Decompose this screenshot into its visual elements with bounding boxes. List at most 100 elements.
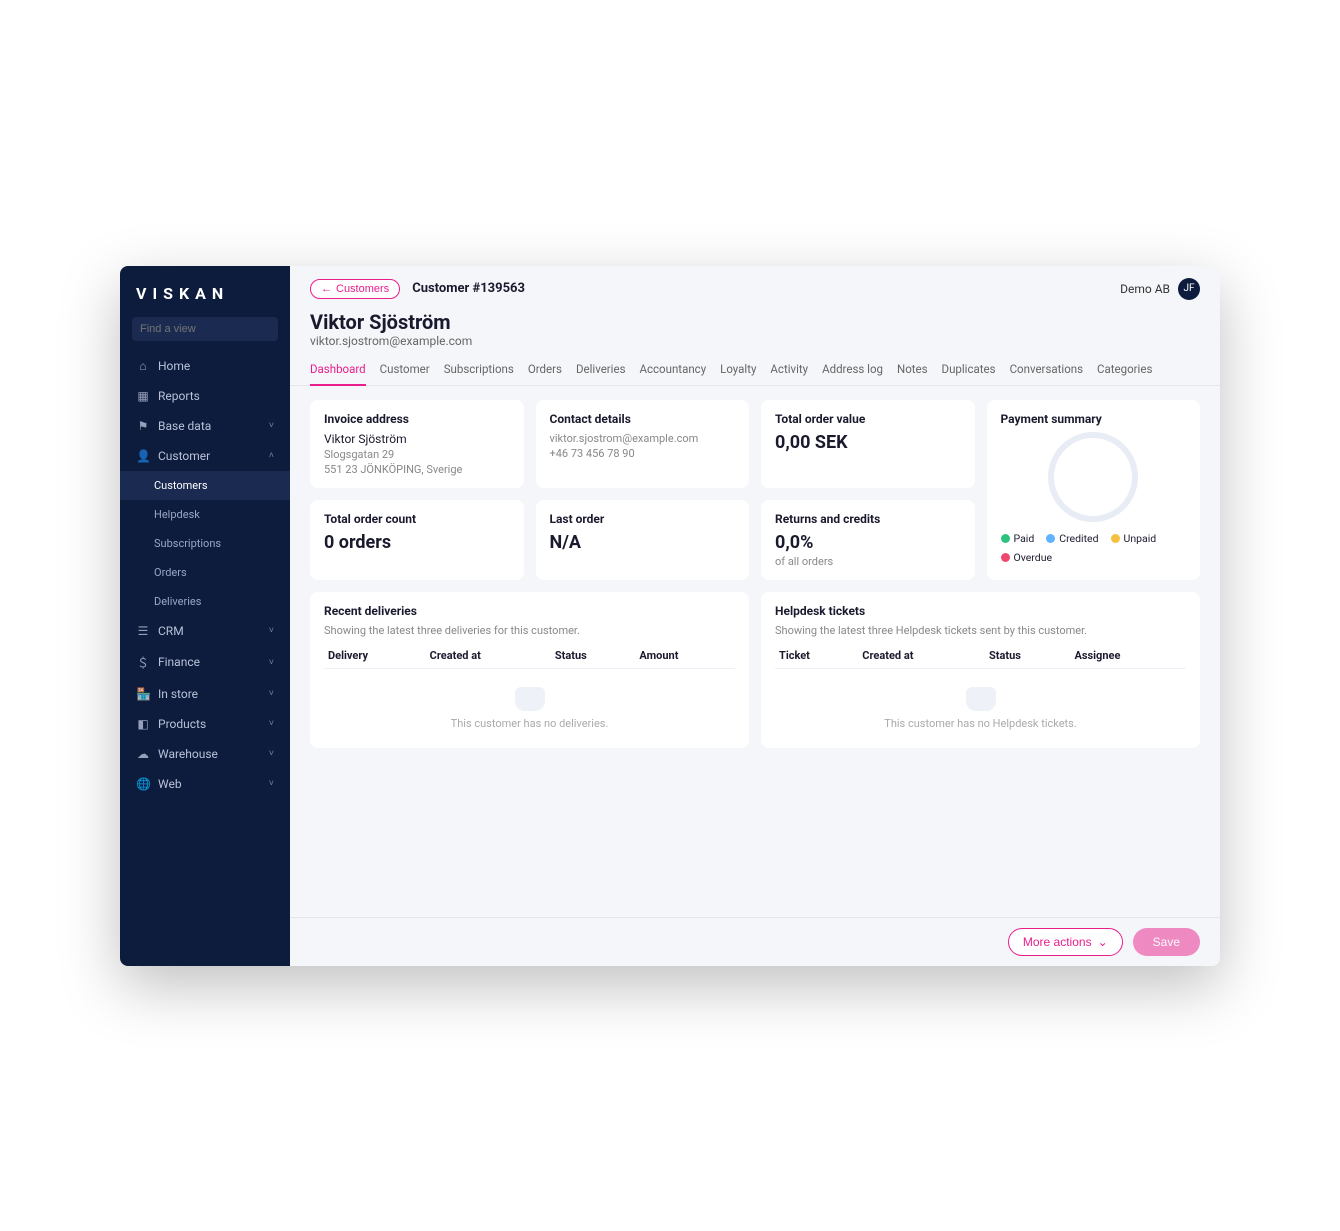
sidebar-item-customers[interactable]: Customers	[120, 471, 290, 500]
back-label: Customers	[336, 283, 389, 295]
topbar: ← Customers Customer #139563 Demo AB JF	[290, 266, 1220, 304]
more-actions-button[interactable]: More actions ⌄	[1008, 928, 1123, 956]
legend-dot-icon	[1046, 534, 1055, 543]
save-button[interactable]: Save	[1133, 928, 1200, 956]
nav-icon: 🏪	[136, 687, 150, 701]
nav-icon: ☁	[136, 747, 150, 761]
card-invoice-address: Invoice address Viktor Sjöström Slogsgat…	[310, 400, 524, 488]
card-title: Recent deliveries	[324, 604, 735, 618]
tab-activity[interactable]: Activity	[770, 358, 808, 385]
tab-deliveries[interactable]: Deliveries	[576, 358, 626, 385]
card-total-order-count: Total order count 0 orders	[310, 500, 524, 580]
contact-email: viktor.sjostrom@example.com	[550, 432, 736, 445]
nav-label: In store	[158, 687, 198, 701]
tab-address-log[interactable]: Address log	[822, 358, 883, 385]
empty-text: This customer has no Helpdesk tickets.	[884, 717, 1076, 730]
sidebar-item-warehouse[interactable]: ☁ Warehouse ˅	[120, 739, 290, 769]
card-title: Invoice address	[324, 412, 510, 426]
nav-icon: ⌂	[136, 359, 150, 373]
empty-icon	[966, 687, 996, 711]
tab-subscriptions[interactable]: Subscriptions	[444, 358, 514, 385]
empty-text: This customer has no deliveries.	[451, 717, 609, 730]
nav-label: Products	[158, 717, 206, 731]
sidebar-item-customer[interactable]: 👤Customer˄	[120, 441, 290, 471]
nav-label: Web	[158, 777, 182, 791]
chevron-down-icon: ˄	[269, 450, 274, 461]
sidebar-item-in-store[interactable]: 🏪In store˅	[120, 679, 290, 709]
tab-customer[interactable]: Customer	[380, 358, 430, 385]
sidebar-item-orders[interactable]: Orders	[120, 558, 290, 587]
tab-notes[interactable]: Notes	[897, 358, 928, 385]
legend-item: Unpaid	[1111, 532, 1157, 545]
nav-label: Base data	[158, 419, 211, 433]
nav-icon: ◧	[136, 717, 150, 731]
sidebar-item-products[interactable]: ◧ Products ˅	[120, 709, 290, 739]
column-header: Ticket	[775, 643, 858, 669]
nav-label: Reports	[158, 389, 200, 403]
sidebar-item-helpdesk[interactable]: Helpdesk	[120, 500, 290, 529]
legend-item: Paid	[1001, 532, 1035, 545]
card-title: Total order count	[324, 512, 510, 526]
chevron-down-icon: ˅	[269, 718, 274, 729]
card-hint: Showing the latest three Helpdesk ticket…	[775, 624, 1186, 637]
back-button[interactable]: ← Customers	[310, 279, 400, 299]
footer-actions: More actions ⌄ Save	[290, 917, 1220, 966]
tab-duplicates[interactable]: Duplicates	[942, 358, 996, 385]
card-recent-deliveries: Recent deliveries Showing the latest thr…	[310, 592, 749, 748]
card-payment-summary: Payment summary PaidCreditedUnpaidOverdu…	[987, 400, 1201, 580]
tab-conversations[interactable]: Conversations	[1010, 358, 1083, 385]
payment-legend: PaidCreditedUnpaidOverdue	[1001, 532, 1187, 564]
nav-label: Warehouse	[158, 747, 218, 761]
returns-value: 0,0%	[775, 532, 961, 553]
legend-item: Credited	[1046, 532, 1098, 545]
chevron-down-icon: ˅	[269, 625, 274, 636]
column-header: Status	[551, 643, 636, 669]
column-header: Delivery	[324, 643, 426, 669]
sidebar: VISKAN ⌂ Home ▦ Reports ⚑ Base data ˅ 👤Customer…	[120, 266, 290, 966]
last-order-value: N/A	[550, 532, 736, 553]
sidebar-item-reports[interactable]: ▦ Reports	[120, 381, 290, 411]
card-title: Total order value	[775, 412, 961, 426]
sidebar-item-subscriptions[interactable]: Subscriptions	[120, 529, 290, 558]
legend-dot-icon	[1001, 534, 1010, 543]
card-contact-details: Contact details viktor.sjostrom@example.…	[536, 400, 750, 488]
arrow-left-icon: ←	[321, 283, 332, 295]
main-area: ← Customers Customer #139563 Demo AB JF …	[290, 266, 1220, 966]
more-actions-label: More actions	[1023, 935, 1092, 949]
legend-dot-icon	[1001, 553, 1010, 562]
nav-icon: ⚑	[136, 419, 150, 433]
returns-sub: of all orders	[775, 555, 961, 568]
brand-logo: VISKAN	[120, 266, 290, 317]
card-last-order: Last order N/A	[536, 500, 750, 580]
chevron-down-icon: ˅	[269, 657, 274, 668]
chevron-down-icon: ˅	[269, 748, 274, 759]
sidebar-item-crm[interactable]: ☰CRM˅	[120, 616, 290, 646]
tab-dashboard[interactable]: Dashboard	[310, 358, 366, 386]
sidebar-item-deliveries[interactable]: Deliveries	[120, 587, 290, 616]
tab-categories[interactable]: Categories	[1097, 358, 1152, 385]
sidebar-item-home[interactable]: ⌂ Home	[120, 351, 290, 381]
empty-state: This customer has no Helpdesk tickets.	[775, 669, 1186, 736]
card-title: Payment summary	[1001, 412, 1187, 426]
user-avatar[interactable]: JF	[1178, 278, 1200, 300]
address-name: Viktor Sjöström	[324, 432, 510, 446]
nav-label: Home	[158, 359, 190, 373]
sidebar-item-web[interactable]: 🌐Web˅	[120, 769, 290, 799]
tab-orders[interactable]: Orders	[528, 358, 562, 385]
column-header: Created at	[858, 643, 985, 669]
sidebar-item-finance[interactable]: ＄Finance˅	[120, 646, 290, 679]
nav-label: Finance	[158, 655, 200, 669]
empty-state: This customer has no deliveries.	[324, 669, 735, 736]
card-title: Returns and credits	[775, 512, 961, 526]
tab-loyalty[interactable]: Loyalty	[720, 358, 756, 385]
sidebar-search-input[interactable]	[132, 317, 278, 341]
card-returns-credits: Returns and credits 0,0% of all orders	[761, 500, 975, 580]
nav-label: CRM	[158, 624, 184, 638]
card-total-order-value: Total order value 0,00 SEK	[761, 400, 975, 488]
customer-header: Viktor Sjöström viktor.sjostrom@example.…	[290, 304, 1220, 350]
address-city: 551 23 JÖNKÖPING, Sverige	[324, 463, 510, 476]
nav-icon: ▦	[136, 389, 150, 403]
tab-accountancy[interactable]: Accountancy	[640, 358, 707, 385]
sidebar-item-base-data[interactable]: ⚑Base data˅	[120, 411, 290, 441]
contact-phone: +46 73 456 78 90	[550, 447, 736, 460]
